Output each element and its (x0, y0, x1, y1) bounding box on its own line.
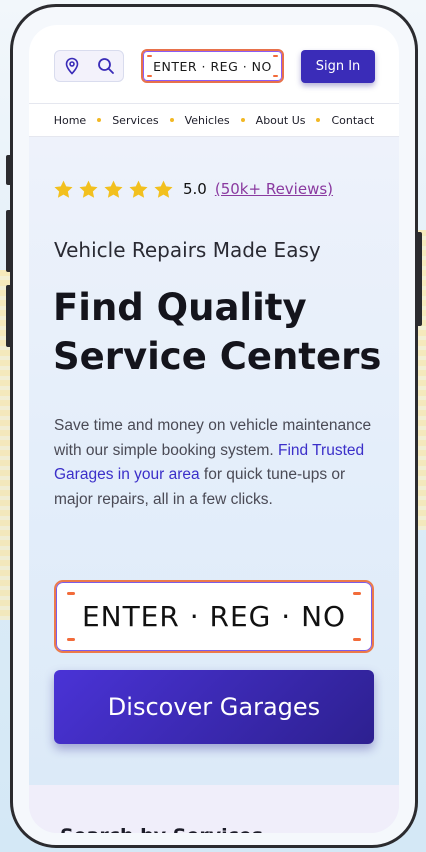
rating-row: 5.0 (50k+ Reviews) (53, 176, 333, 202)
header: ENTER · REG · NO Sign In (29, 25, 399, 103)
plate-bolt (67, 592, 75, 595)
services-section: Search by Services (29, 785, 399, 833)
nav-separator-dot (316, 118, 321, 122)
header-icon-group (54, 50, 124, 82)
reviews-link[interactable]: (50k+ Reviews) (215, 180, 333, 198)
reg-plate-text: ENTER · REG · NO (81, 600, 347, 633)
hero-eyebrow: Vehicle Repairs Made Easy (54, 238, 321, 262)
plate-bolt (353, 638, 361, 641)
sign-in-button[interactable]: Sign In (301, 50, 375, 83)
hero-description: Save time and money on vehicle maintenan… (54, 414, 374, 512)
section-title: Search by Services (60, 825, 263, 833)
star-icon (104, 180, 123, 198)
plate-bolt (273, 55, 278, 57)
reg-plate-text: ENTER · REG · NO (153, 58, 272, 74)
phone-side-button (6, 210, 12, 272)
main-nav: Home Services Vehicles About Us Contact (29, 103, 399, 137)
phone-side-button (6, 285, 12, 347)
phone-screen: ENTER · REG · NO Sign In Home Services V… (29, 25, 399, 833)
nav-item-contact[interactable]: Contact (331, 114, 374, 127)
phone-side-button (416, 232, 422, 326)
plate-bolt (353, 592, 361, 595)
reg-plate-input-small[interactable]: ENTER · REG · NO (141, 49, 284, 83)
plate-bolt (67, 638, 75, 641)
phone-frame: ENTER · REG · NO Sign In Home Services V… (10, 4, 418, 848)
nav-item-home[interactable]: Home (54, 114, 86, 127)
reg-plate-input[interactable]: ENTER · REG · NO (54, 580, 374, 653)
nav-separator-dot (97, 118, 102, 122)
star-icon (54, 180, 73, 198)
plate-bolt (273, 75, 278, 77)
phone-side-button (6, 155, 12, 185)
nav-item-vehicles[interactable]: Vehicles (185, 114, 230, 127)
discover-garages-button[interactable]: Discover Garages (54, 670, 374, 744)
nav-item-services[interactable]: Services (112, 114, 158, 127)
star-icon (154, 180, 173, 198)
nav-item-about-us[interactable]: About Us (256, 114, 306, 127)
plate-bolt (147, 55, 152, 57)
headline-line-2: Service Centers (53, 335, 382, 378)
star-icon (79, 180, 98, 198)
star-icon (129, 180, 148, 198)
rating-score: 5.0 (183, 180, 207, 198)
nav-separator-dot (169, 118, 174, 122)
hero-section: 5.0 (50k+ Reviews) Vehicle Repairs Made … (29, 137, 399, 785)
plate-bolt (147, 75, 152, 77)
search-icon[interactable] (97, 57, 115, 75)
nav-separator-dot (240, 118, 245, 122)
hero-headline: Find Quality Service Centers (53, 283, 383, 381)
location-pin-icon[interactable] (64, 57, 80, 75)
headline-line-1: Find Quality (53, 286, 307, 329)
